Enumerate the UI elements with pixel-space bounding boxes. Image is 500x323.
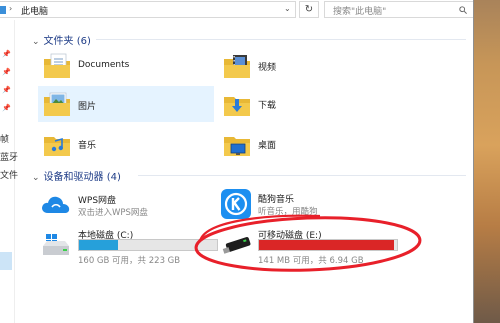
nav-selected-item[interactable]: [0, 252, 12, 270]
search-input[interactable]: 搜索"此电脑": [324, 1, 474, 18]
address-history-dropdown-icon[interactable]: ⌄: [284, 4, 291, 13]
folder-item-videos[interactable]: 视频: [218, 50, 398, 82]
pin-icon[interactable]: 📌: [2, 68, 11, 76]
pin-icon[interactable]: 📌: [2, 50, 11, 58]
group-divider: [96, 39, 466, 40]
breadcrumb-chevron-icon[interactable]: ›: [9, 4, 12, 13]
drive-space-text: 141 MB 可用，共 6.94 GB: [258, 256, 364, 266]
search-icon: [459, 6, 467, 14]
red-annotation-ellipse: [194, 214, 422, 272]
folder-item-desktop[interactable]: 桌面: [218, 128, 398, 160]
drive-usage-bar: [258, 239, 398, 251]
breadcrumb-this-pc[interactable]: 此电脑: [21, 4, 48, 17]
navigation-pane: 📌 📌 📌 📌 帧 蓝牙 文件: [0, 20, 18, 323]
desktop-wallpaper: [474, 0, 500, 323]
folder-label: 下载: [258, 101, 277, 111]
music-folder-icon: [44, 137, 70, 156]
collapse-chevron-icon[interactable]: ⌄: [32, 37, 40, 47]
pin-icon[interactable]: 📌: [2, 104, 11, 112]
drive-usage-fill: [79, 240, 119, 250]
refresh-icon: ↻: [304, 4, 314, 15]
device-item-kugou[interactable]: 酷狗音乐 听音乐，用酷狗: [218, 186, 398, 222]
collapse-chevron-icon[interactable]: ⌄: [32, 173, 40, 183]
folder-item-pictures[interactable]: 图片: [38, 86, 214, 122]
folder-label: Documents: [78, 60, 130, 70]
folder-label: 视频: [258, 63, 277, 73]
refresh-button[interactable]: ↻: [299, 1, 319, 18]
folders-group-header[interactable]: ⌄ 文件夹 (6): [32, 32, 91, 47]
address-bar[interactable]: › 此电脑 ⌄: [0, 1, 296, 18]
drive-item-c[interactable]: 本地磁盘 (C:) 160 GB 可用，共 223 GB: [38, 226, 218, 266]
folder-label: 桌面: [258, 141, 277, 151]
desktop-folder-icon: [224, 137, 250, 156]
nav-item-fragment[interactable]: 文件: [0, 168, 18, 181]
group-divider: [138, 175, 466, 176]
folder-label: 音乐: [78, 141, 97, 151]
pin-icon[interactable]: 📌: [2, 86, 11, 94]
search-placeholder: 搜索"此电脑": [333, 7, 387, 17]
downloads-folder-icon: [224, 97, 250, 116]
videos-folder-icon: [224, 55, 250, 78]
folder-label: 图片: [78, 102, 97, 112]
windows-drive-icon: [43, 234, 69, 255]
device-subtitle: 双击进入WPS网盘: [78, 208, 148, 218]
this-pc-icon: [0, 6, 6, 14]
drive-usage-bar: [78, 239, 218, 251]
address-toolbar: › 此电脑 ⌄ ↻ 搜索"此电脑": [0, 0, 474, 20]
device-label: 酷狗音乐: [258, 195, 295, 205]
nav-item-fragment[interactable]: 蓝牙: [0, 150, 18, 163]
kugou-music-icon: [221, 189, 251, 219]
device-label: WPS网盘: [78, 196, 117, 206]
usb-drive-icon: [222, 237, 251, 254]
pictures-folder-icon: [44, 92, 70, 116]
folder-item-downloads[interactable]: 下载: [218, 88, 398, 120]
folder-item-documents[interactable]: Documents: [38, 50, 214, 82]
folder-item-music[interactable]: 音乐: [38, 128, 214, 160]
device-item-wps-cloud[interactable]: WPS网盘 双击进入WPS网盘: [38, 188, 214, 222]
devices-group-header[interactable]: ⌄ 设备和驱动器 (4): [32, 168, 121, 183]
documents-folder-icon: [44, 53, 70, 78]
drive-usage-fill: [259, 240, 395, 250]
wps-cloud-icon: [42, 196, 70, 213]
drive-space-text: 160 GB 可用，共 223 GB: [78, 256, 181, 266]
device-subtitle: 听音乐，用酷狗: [258, 207, 318, 217]
nav-item-fragment[interactable]: 帧: [0, 132, 9, 145]
folders-group-title: 文件夹 (6): [43, 36, 91, 47]
drive-item-e[interactable]: 可移动磁盘 (E:) 141 MB 可用，共 6.94 GB: [218, 226, 398, 266]
devices-group-title: 设备和驱动器 (4): [43, 172, 121, 183]
